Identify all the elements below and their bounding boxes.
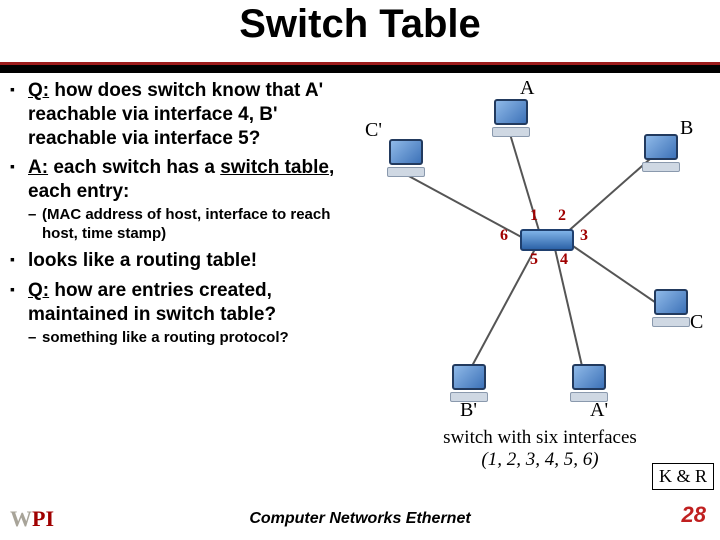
port-3-label: 3 (580, 227, 588, 245)
host-b-icon (640, 134, 682, 170)
topology-lines (370, 79, 710, 439)
host-aprime-icon (568, 364, 610, 400)
switch-device-icon (520, 229, 574, 251)
host-c-label: C (690, 311, 703, 334)
q2-label: Q: (28, 280, 49, 301)
host-cprime-label: C' (365, 119, 382, 142)
caption-line-1: switch with six interfaces (380, 427, 700, 449)
port-6-label: 6 (500, 227, 508, 245)
host-a-label: A (520, 77, 534, 100)
port-2-label: 2 (558, 207, 566, 225)
footer-center-text: Computer Networks Ethernet (0, 510, 720, 528)
bullet-q2: Q: how are entries created, maintained i… (10, 279, 370, 347)
port-4-label: 4 (560, 251, 568, 269)
sub-bullet-2: something like a routing protocol? (28, 329, 370, 348)
q2-text: how are entries created, maintained in s… (28, 280, 276, 325)
port-1-label: 1 (530, 207, 538, 225)
sub-bullet-1: (MAC address of host, interface to reach… (28, 206, 370, 244)
a1-emph: switch table (220, 157, 329, 178)
page-title: Switch Table (0, 0, 720, 62)
host-bprime-icon (448, 364, 490, 400)
q1-text: how does switch know that A' reachable v… (28, 80, 323, 149)
host-c-icon (650, 289, 692, 325)
host-b-label: B (680, 117, 693, 140)
host-bprime-label: B' (460, 399, 477, 422)
divider-thick (0, 65, 720, 73)
bullet-column: Q: how does switch know that A' reachabl… (10, 79, 370, 353)
a1-text: each switch has a (48, 157, 220, 178)
host-cprime-icon (385, 139, 427, 175)
host-a-icon (490, 99, 532, 135)
bullet-a1: A: each switch has a switch table, each … (10, 156, 370, 243)
a1-label: A: (28, 157, 48, 178)
kr-box: K & R (652, 463, 714, 490)
footer: WPI Computer Networks Ethernet 28 (0, 504, 720, 534)
q1-label: Q: (28, 80, 49, 101)
content-row: Q: how does switch know that A' reachabl… (0, 79, 720, 353)
page-number: 28 (682, 502, 706, 528)
bullet-q1: Q: how does switch know that A' reachabl… (10, 79, 370, 150)
diagram-area: A B C A' B' C' 1 2 3 4 5 6 switch with s… (370, 79, 710, 353)
bullet-3: looks like a routing table! (10, 249, 370, 273)
host-aprime-label: A' (590, 399, 608, 422)
port-5-label: 5 (530, 251, 538, 269)
